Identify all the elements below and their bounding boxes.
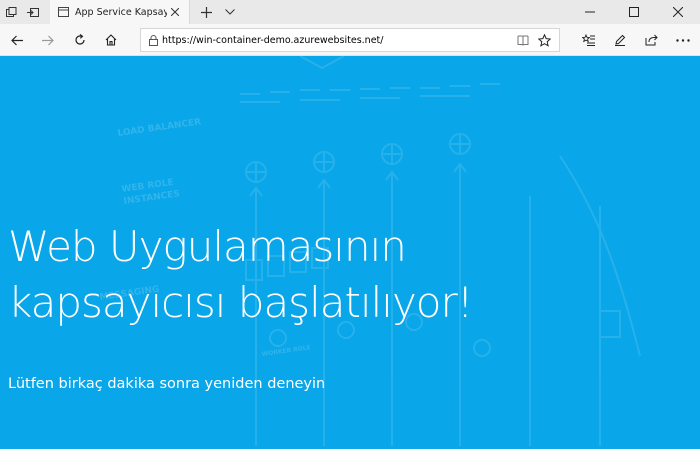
minimize-icon[interactable] <box>568 0 612 24</box>
address-bar[interactable]: https://win-container-demo.azurewebsites… <box>140 28 560 52</box>
more-icon[interactable] <box>671 28 695 52</box>
url-text: https://win-container-demo.azurewebsites… <box>162 34 384 46</box>
set-aside-tabs-icon[interactable] <box>22 0 44 24</box>
headline-line-1: Web Uygulamasının <box>8 222 407 271</box>
navigation-toolbar: https://win-container-demo.azurewebsites… <box>0 24 700 56</box>
share-icon[interactable] <box>639 28 663 52</box>
tab-strip: App Service Kapsayıcısı <box>0 0 700 24</box>
close-icon[interactable] <box>169 6 181 18</box>
bg-label-load-balancer: LOAD BALANCER <box>117 117 202 139</box>
page-content: LOAD BALANCER WEB ROLE INSTANCES MESSAGI… <box>0 56 700 449</box>
page-icon <box>58 7 69 17</box>
maximize-icon[interactable] <box>612 0 656 24</box>
notes-pen-icon[interactable] <box>608 28 632 52</box>
refresh-icon[interactable] <box>68 28 92 52</box>
chevron-down-icon[interactable] <box>218 0 242 24</box>
back-arrow-icon[interactable] <box>5 28 29 52</box>
lock-icon[interactable] <box>149 34 158 46</box>
bg-label-worker-role: WORKER ROLE <box>261 344 311 358</box>
reading-view-icon[interactable] <box>517 35 529 46</box>
page-headline: Web Uygulamasının kapsayıcısı başlatılıy… <box>8 219 688 331</box>
favorites-list-icon[interactable] <box>577 28 601 52</box>
plus-icon[interactable] <box>194 0 218 24</box>
tab-title: App Service Kapsayıcısı <box>75 6 167 18</box>
headline-line-2: kapsayıcısı başlatılıyor! <box>8 278 474 327</box>
retry-message: Lütfen birkaç dakika sonra yeniden deney… <box>8 376 326 392</box>
home-icon[interactable] <box>99 28 123 52</box>
tab-manager-icon[interactable] <box>0 0 22 24</box>
tab-active[interactable]: App Service Kapsayıcısı <box>50 0 190 24</box>
window-close-icon[interactable] <box>656 0 700 24</box>
forward-arrow-icon[interactable] <box>36 28 60 52</box>
favorite-star-icon[interactable] <box>538 34 551 47</box>
window-controls <box>568 0 700 24</box>
